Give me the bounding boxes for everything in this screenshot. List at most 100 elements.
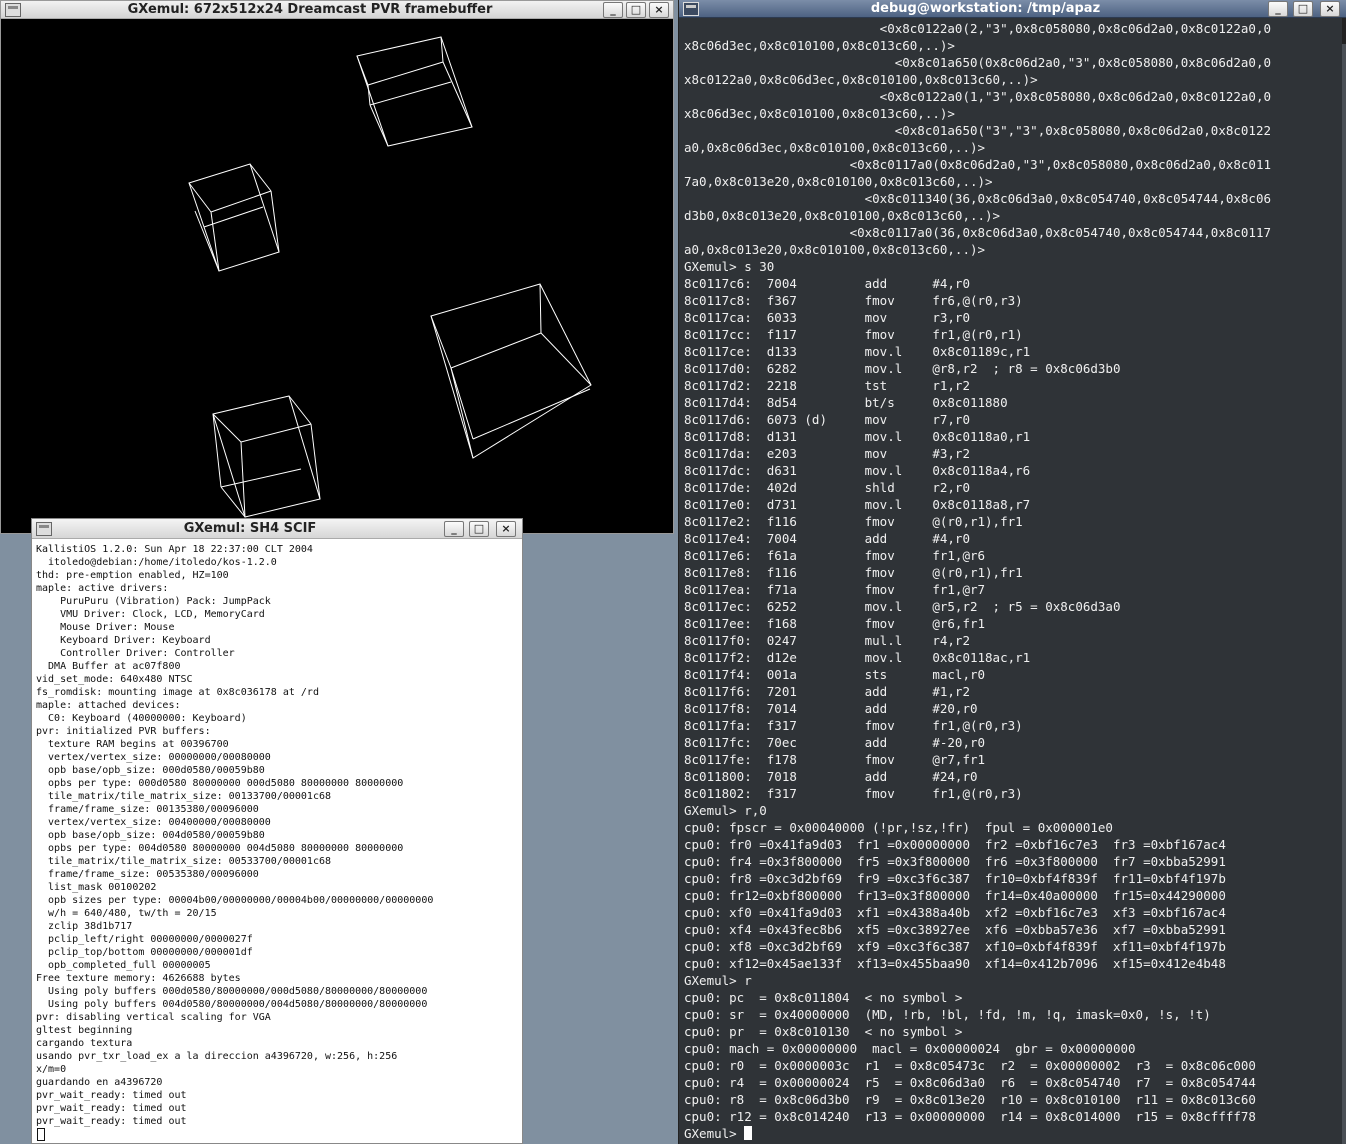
- scif-line: guardando en a4396720: [36, 1077, 163, 1088]
- terminal-line: 8c0117e6: f61a fmov fr1,@r6: [684, 548, 986, 563]
- framebuffer-titlebar[interactable]: GXemul: 672x512x24 Dreamcast PVR framebu…: [1, 1, 673, 19]
- terminal-line: 8c0117ce: d133 mov.l 0x8c01189c,r1: [684, 344, 1031, 359]
- scif-line: usando pvr_txr_load_ex a la direccion a4…: [36, 1051, 398, 1062]
- scif-window[interactable]: GXemul: SH4 SCIF _ □ × KallistiOS 1.2.0:…: [31, 518, 523, 1144]
- terminal-line: <0x8c01a650("3","3",0x8c058080,0x8c06d2a…: [684, 123, 1271, 138]
- wireframe-cube-1: [356, 36, 473, 147]
- maximize-icon[interactable]: □: [469, 521, 489, 537]
- terminal-line: 8c0117e0: d731 mov.l 0x8c0118a8,r7: [684, 497, 1031, 512]
- terminal-line: 8c0117d0: 6282 mov.l @r8,r2 ; r8 = 0x8c0…: [684, 361, 1121, 376]
- scif-line: pvr_wait_ready: timed out: [36, 1090, 187, 1101]
- terminal-line: cpu0: xf0 =0x41fa9d03 xf1 =0x4388a40b xf…: [684, 905, 1226, 920]
- window-menu-icon[interactable]: [5, 3, 21, 17]
- terminal-line: x8c06d3ec,0x8c010100,0x8c013c60,..)>: [684, 38, 955, 53]
- scif-titlebar[interactable]: GXemul: SH4 SCIF _ □ ×: [32, 519, 522, 539]
- scif-line: pvr: initialized PVR buffers:: [36, 726, 211, 737]
- terminal-line: d3b0,0x8c013e20,0x8c010100,0x8c013c60,..…: [684, 208, 1001, 223]
- scif-line: C0: Keyboard (40000000: Keyboard): [36, 713, 247, 724]
- wireframe-cube-4: [212, 395, 321, 518]
- framebuffer-canvas: [1, 19, 673, 533]
- terminal-line: cpu0: r4 = 0x00000024 r5 = 0x8c06d3a0 r6…: [684, 1075, 1256, 1090]
- terminal-line: cpu0: fpscr = 0x00040000 (!pr,!sz,!fr) f…: [684, 820, 1113, 835]
- scif-line: cargando textura: [36, 1038, 133, 1049]
- scif-line: PuruPuru (Vibration) Pack: JumpPack: [36, 596, 271, 607]
- terminal-line: 7a0,0x8c013e20,0x8c010100,0x8c013c60,..)…: [684, 174, 993, 189]
- terminal-line: cpu0: fr12=0xbf800000 fr13=0x3f800000 fr…: [684, 888, 1226, 903]
- scif-line: opb base/opb_size: 004d0580/00059b80: [36, 830, 265, 841]
- terminal-line: a0,0x8c013e20,0x8c010100,0x8c013c60,..)>: [684, 242, 986, 257]
- terminal-line: cpu0: xf8 =0xc3d2bf69 xf9 =0xc3f6c387 xf…: [684, 939, 1226, 954]
- scif-line: list_mask 00100202: [36, 882, 157, 893]
- terminal-line: x8c0122a0,0x8c06d3ec,0x8c010100,0x8c013c…: [684, 72, 1038, 87]
- scif-line: Keyboard Driver: Keyboard: [36, 635, 211, 646]
- terminal-line: 8c0117d4: 8d54 bt/s 0x8c011880: [684, 395, 1008, 410]
- terminal-prompt: GXemul>: [684, 1126, 745, 1141]
- maximize-icon[interactable]: □: [1293, 1, 1313, 17]
- window-menu-icon[interactable]: [36, 522, 52, 536]
- terminal-line: 8c0117f0: 0247 mul.l r4,r2: [684, 633, 970, 648]
- close-icon[interactable]: ×: [496, 521, 516, 537]
- scif-line: vertex/vertex_size: 00000000/00080000: [36, 752, 271, 763]
- scif-line: gltest beginning: [36, 1025, 133, 1036]
- close-icon[interactable]: ×: [1320, 1, 1340, 17]
- terminal-window[interactable]: debug@workstation: /tmp/apaz _ □ × <0x8c…: [678, 0, 1346, 1144]
- terminal-scrollbar[interactable]: [1342, 18, 1346, 1144]
- terminal-prompt-line[interactable]: GXemul>: [684, 1125, 1342, 1142]
- scif-line: pvr_wait_ready: timed out: [36, 1116, 187, 1127]
- scif-line: zclip 38d1b717: [36, 921, 133, 932]
- scif-cursor: [37, 1128, 45, 1141]
- terminal-line: <0x8c0122a0(1,"3",0x8c058080,0x8c06d2a0,…: [684, 89, 1271, 104]
- scif-line: vid_set_mode: 640x480 NTSC: [36, 674, 193, 685]
- terminal-line: 8c0117ea: f71a fmov fr1,@r7: [684, 582, 986, 597]
- terminal-scroll-thumb[interactable]: [1342, 44, 1346, 1144]
- scif-line: tile_matrix/tile_matrix_size: 00533700/0…: [36, 856, 332, 867]
- framebuffer-window[interactable]: GXemul: 672x512x24 Dreamcast PVR framebu…: [0, 0, 674, 534]
- terminal-line: cpu0: r8 = 0x8c06d3b0 r9 = 0x8c013e20 r1…: [684, 1092, 1256, 1107]
- terminal-line: <0x8c0122a0(2,"3",0x8c058080,0x8c06d2a0,…: [684, 21, 1271, 36]
- scif-line: pvr_wait_ready: timed out: [36, 1103, 187, 1114]
- close-icon[interactable]: ×: [649, 2, 669, 18]
- window-menu-icon[interactable]: [683, 2, 699, 16]
- scif-line: Free texture memory: 4626688 bytes: [36, 973, 241, 984]
- terminal-line: GXemul> r,0: [684, 803, 767, 818]
- terminal-line: 8c0117ec: 6252 mov.l @r5,r2 ; r5 = 0x8c0…: [684, 599, 1121, 614]
- minimize-icon[interactable]: _: [1268, 1, 1288, 17]
- terminal-line: x8c06d3ec,0x8c010100,0x8c013c60,..)>: [684, 106, 955, 121]
- terminal-line: cpu0: xf12=0x45ae133f xf13=0x455baa90 xf…: [684, 956, 1226, 971]
- terminal-line: 8c0117c6: 7004 add #4,r0: [684, 276, 970, 291]
- terminal-line: cpu0: pc = 0x8c011804 < no symbol >: [684, 990, 963, 1005]
- terminal-line: 8c0117c8: f367 fmov fr6,@(r0,r3): [684, 293, 1023, 308]
- scif-line: maple: attached devices:: [36, 700, 181, 711]
- terminal-line: 8c0117d2: 2218 tst r1,r2: [684, 378, 970, 393]
- terminal-line: cpu0: r12 = 0x8c014240 r13 = 0x00000000 …: [684, 1109, 1256, 1124]
- scif-line: opbs per type: 000d0580 80000000 000d508…: [36, 778, 404, 789]
- terminal-line: <0x8c011340(36,0x8c06d3a0,0x8c054740,0x8…: [684, 191, 1271, 206]
- terminal-line: 8c0117ee: f168 fmov @r6,fr1: [684, 616, 986, 631]
- scif-line: pclip_left/right 00000000/0000027f: [36, 934, 253, 945]
- minimize-icon[interactable]: _: [603, 2, 623, 18]
- terminal-line: 8c0117e8: f116 fmov @(r0,r1),fr1: [684, 565, 1023, 580]
- scif-line: opb base/opb_size: 000d0580/00059b80: [36, 765, 265, 776]
- terminal-output[interactable]: <0x8c0122a0(2,"3",0x8c058080,0x8c06d2a0,…: [684, 20, 1342, 1144]
- minimize-icon[interactable]: _: [444, 521, 464, 537]
- terminal-line: GXemul> s 30: [684, 259, 775, 274]
- scif-line: pvr: disabling vertical scaling for VGA: [36, 1012, 271, 1023]
- terminal-line: 8c011800: 7018 add #24,r0: [684, 769, 978, 784]
- framebuffer-title: GXemul: 672x512x24 Dreamcast PVR framebu…: [127, 2, 493, 17]
- scif-line: pclip_top/bottom 00000000/000001df: [36, 947, 253, 958]
- terminal-line: 8c0117d6: 6073 (d) mov r7,r0: [684, 412, 970, 427]
- scif-line: fs_romdisk: mounting image at 0x8c036178…: [36, 687, 319, 698]
- terminal-line: cpu0: fr8 =0xc3d2bf69 fr9 =0xc3f6c387 fr…: [684, 871, 1226, 886]
- terminal-titlebar[interactable]: debug@workstation: /tmp/apaz _ □ ×: [679, 0, 1346, 18]
- scif-console-output[interactable]: KallistiOS 1.2.0: Sun Apr 18 22:37:00 CL…: [36, 543, 520, 1143]
- terminal-line: 8c0117f4: 001a sts macl,r0: [684, 667, 986, 682]
- terminal-line: GXemul> r: [684, 973, 752, 988]
- scif-line: x/m=0: [36, 1064, 67, 1075]
- scif-line: Mouse Driver: Mouse: [36, 622, 175, 633]
- terminal-line: 8c0117de: 402d shld r2,r0: [684, 480, 970, 495]
- terminal-line: cpu0: mach = 0x00000000 macl = 0x0000002…: [684, 1041, 1136, 1056]
- scif-line: KallistiOS 1.2.0: Sun Apr 18 22:37:00 CL…: [36, 544, 313, 555]
- maximize-icon[interactable]: □: [626, 2, 646, 18]
- scif-line: VMU Driver: Clock, LCD, MemoryCard: [36, 609, 265, 620]
- terminal-line: 8c0117fa: f317 fmov fr1,@(r0,r3): [684, 718, 1023, 733]
